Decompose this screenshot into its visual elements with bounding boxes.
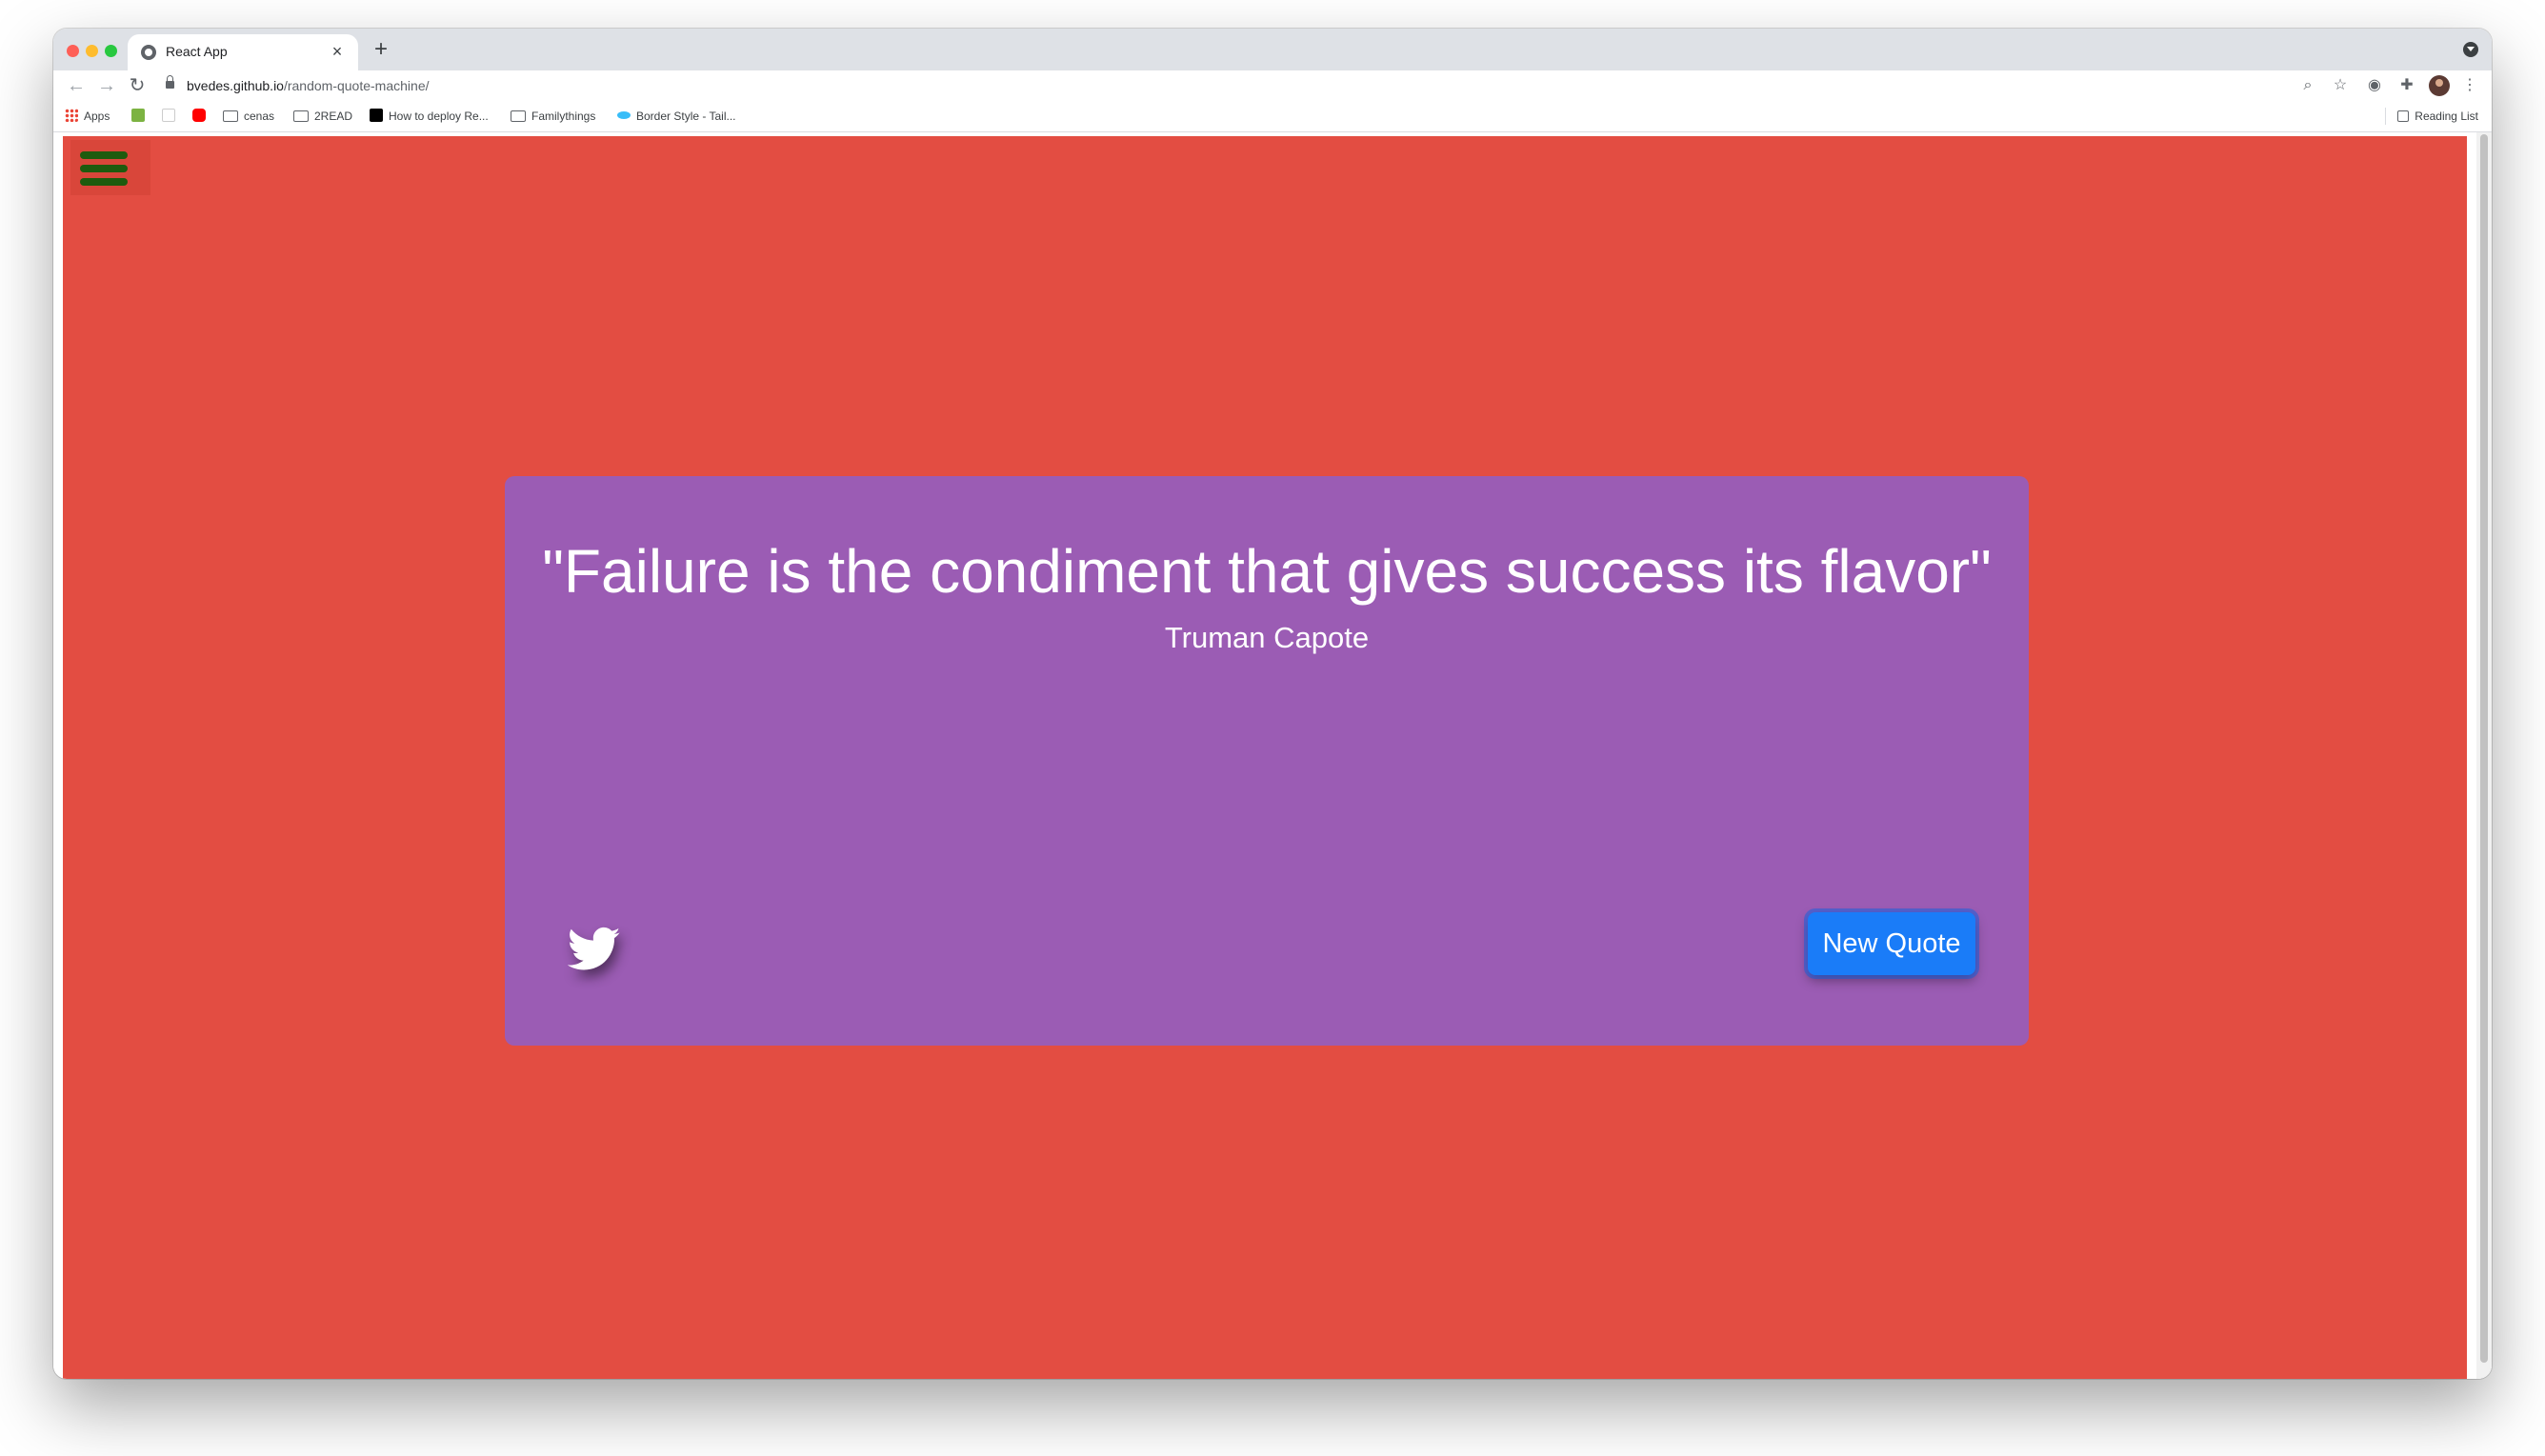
reading-list-icon — [2397, 110, 2410, 122]
reading-list-button[interactable]: Reading List — [2385, 108, 2478, 125]
menu-icon-bar — [80, 151, 128, 159]
new-quote-button[interactable]: New Quote — [1808, 912, 1975, 975]
quote-app: "Failure is the condiment that gives suc… — [63, 136, 2467, 1379]
bookmark-label: Border Style - Tail... — [636, 110, 736, 123]
apps-grid-icon — [65, 109, 78, 122]
bookmark-youtube[interactable] — [192, 108, 211, 125]
green-site-icon — [131, 109, 145, 122]
tab-title: React App — [166, 44, 228, 59]
extension-icon[interactable]: ◉ — [2364, 75, 2385, 96]
quote-box: "Failure is the condiment that gives suc… — [505, 476, 2029, 1046]
bookmark-label: How to deploy Re... — [389, 110, 489, 123]
url-host: bvedes.github.io — [187, 78, 284, 93]
menu-icon-bar — [80, 178, 128, 186]
tweet-quote-button[interactable] — [567, 926, 621, 973]
minimize-window-button[interactable] — [86, 45, 98, 57]
bookmark-label: cenas — [244, 110, 275, 123]
reading-list-label: Reading List — [2415, 110, 2478, 123]
bookmark-amazon[interactable] — [162, 108, 181, 125]
bookmark-label: Familythings — [531, 110, 596, 123]
close-tab-icon[interactable]: × — [328, 41, 347, 62]
hamburger-menu-button[interactable] — [70, 140, 150, 195]
bookmark-label: 2READ — [314, 110, 353, 123]
bookmark-green[interactable] — [131, 108, 150, 125]
more-menu-icon[interactable]: ⋮ — [2459, 75, 2480, 96]
browser-toolbar: ← → ↻ bvedes.github.io/random-quote-mach… — [53, 70, 2492, 101]
back-arrow-icon[interactable]: ← — [65, 74, 88, 97]
address-bar[interactable]: bvedes.github.io/random-quote-machine/ — [187, 78, 430, 93]
reload-icon[interactable]: ↻ — [126, 74, 149, 97]
bookmark-apps[interactable]: Apps — [65, 108, 110, 125]
folder-icon — [293, 110, 309, 122]
scrollbar-thumb[interactable] — [2480, 134, 2488, 1363]
bookmark-familythings[interactable]: Familythings — [511, 108, 595, 125]
bookmark-how-to-deploy[interactable]: How to deploy Re... — [370, 108, 489, 125]
vertical-scrollbar[interactable] — [2476, 132, 2492, 1379]
amazon-icon — [162, 109, 175, 122]
tab-strip: React App × + — [53, 29, 2492, 70]
lock-icon[interactable] — [166, 75, 174, 89]
folder-icon — [223, 110, 238, 122]
bookmark-label: Apps — [84, 110, 110, 123]
bookmarks-bar: Apps cenas 2READ How to deploy Re... Fam… — [53, 101, 2492, 132]
globe-icon — [141, 45, 156, 60]
page-viewport: "Failure is the condiment that gives suc… — [53, 132, 2492, 1379]
folder-icon — [511, 110, 526, 122]
bookmark-border-style[interactable]: Border Style - Tail... — [617, 108, 735, 125]
new-tab-button[interactable]: + — [368, 37, 394, 62]
quote-text: "Failure is the condiment that gives suc… — [542, 537, 1992, 606]
tab-search-icon[interactable] — [2463, 42, 2478, 57]
tailwind-icon — [617, 111, 631, 119]
puzzle-icon[interactable]: ✚ — [2396, 75, 2417, 96]
url-path: /random-quote-machine/ — [283, 78, 430, 93]
tab-react-app[interactable]: React App × — [128, 34, 358, 70]
forward-arrow-icon[interactable]: → — [95, 74, 118, 97]
star-icon[interactable]: ☆ — [2330, 75, 2351, 96]
zoom-icon[interactable]: ⌕ — [2297, 75, 2318, 96]
menu-icon-bar — [80, 165, 128, 172]
profile-avatar-icon[interactable] — [2429, 75, 2450, 96]
dev-icon — [370, 109, 383, 122]
browser-window: React App × + ← → ↻ bvedes.github.io/ran… — [53, 29, 2492, 1379]
quote-author: Truman Capote — [1164, 621, 1370, 654]
close-window-button[interactable] — [67, 45, 79, 57]
youtube-icon — [192, 109, 206, 122]
maximize-window-button[interactable] — [105, 45, 117, 57]
bookmark-cenas[interactable]: cenas — [223, 108, 274, 125]
bookmark-2read[interactable]: 2READ — [293, 108, 352, 125]
twitter-icon — [567, 927, 621, 970]
